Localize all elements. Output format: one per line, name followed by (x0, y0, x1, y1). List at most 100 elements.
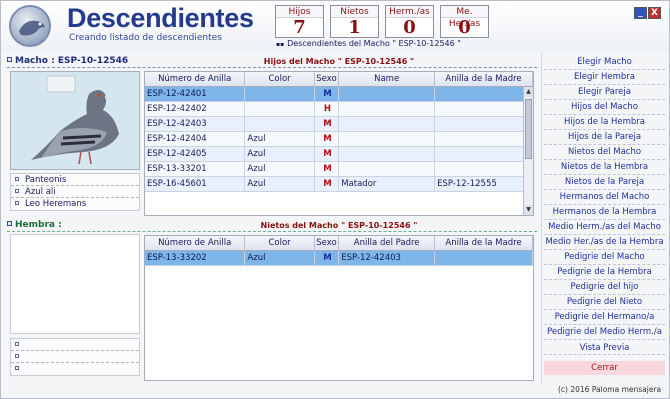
column-header[interactable]: Anilla de la Madre (434, 236, 533, 251)
cell-sexo[interactable]: M (314, 176, 340, 192)
column-header[interactable]: Color (244, 72, 315, 87)
hijos-scrollbar[interactable]: ▲ ▼ (523, 87, 533, 215)
hembra-photo-placeholder (10, 234, 140, 334)
counter-value: 0 (403, 17, 416, 38)
menu-pedigrie-medio-hermano[interactable]: Pedigrie del Medio Herm./a (544, 325, 665, 340)
menu-hijos-pareja[interactable]: Hijos de la Pareja (544, 130, 665, 145)
cell-color[interactable]: Azul (244, 176, 315, 192)
cell-anilla[interactable]: ESP-13-33202 (145, 250, 246, 266)
cell-color[interactable] (244, 101, 315, 117)
menu-hermanos-macho[interactable]: Hermanos del Macho (544, 190, 665, 205)
cell-sexo[interactable]: M (314, 161, 340, 177)
macho-title-text: Macho : ESP-10-12546 (15, 56, 129, 66)
menu-elegir-pareja[interactable]: Elegir Pareja (544, 85, 665, 100)
column-header[interactable]: Número de Anilla (145, 236, 246, 251)
menu-pedigrie-hermano[interactable]: Pedigrie del Hermano/a (544, 310, 665, 325)
pigeon-image-icon (11, 72, 139, 169)
menu-pedigrie-hijo[interactable]: Pedigrie del hijo (544, 280, 665, 295)
cell-anilla[interactable]: ESP-12-42403 (145, 116, 246, 132)
cell-sexo[interactable]: M (314, 146, 340, 162)
column-header[interactable]: Sexo (314, 72, 340, 87)
cell-madre[interactable] (434, 86, 533, 102)
cell-name[interactable] (338, 146, 436, 162)
cell-name[interactable] (338, 101, 436, 117)
cell-anilla[interactable]: ESP-12-42402 (145, 101, 246, 117)
menu-medio-hermanos-macho[interactable]: Medio Herm./as del Macho (544, 220, 665, 235)
menu-pedigrie-nieto[interactable]: Pedigrie del Nieto (544, 295, 665, 310)
cell-madre[interactable] (434, 116, 533, 132)
menu-hijos-macho[interactable]: Hijos del Macho (544, 100, 665, 115)
cell-anilla[interactable]: ESP-12-42404 (145, 131, 246, 147)
cell-anilla[interactable]: ESP-12-42401 (145, 86, 246, 102)
table-row[interactable]: ESP-13-33202 Azul M ESP-12-42403 (145, 250, 533, 266)
counter-nietos: Nietos 1 (330, 5, 379, 38)
cell-sexo[interactable]: H (314, 101, 340, 117)
cell-padre[interactable]: ESP-12-42403 (338, 250, 436, 266)
minimize-button[interactable]: _ (634, 7, 647, 19)
menu-nietos-hembra[interactable]: Nietos de la Hembra (544, 160, 665, 175)
nietos-grid: Número de Anilla Color Sexo Anilla del P… (144, 235, 534, 267)
cell-anilla[interactable]: ESP-12-42405 (145, 146, 246, 162)
cell-name[interactable] (338, 116, 436, 132)
preview-button[interactable]: Vista Previa (544, 341, 665, 355)
cell-color[interactable] (244, 116, 315, 132)
column-header[interactable]: Name (338, 72, 436, 87)
cell-name[interactable]: Matador (338, 176, 436, 192)
nietos-caption: Nietos del Macho " ESP-10-12546 " (260, 221, 418, 230)
table-row[interactable]: ESP-13-33201 Azul M (145, 161, 533, 177)
cell-name[interactable] (338, 161, 436, 177)
counter-value: 7 (293, 17, 306, 38)
table-row[interactable]: ESP-12-42401 M (145, 86, 533, 102)
column-header[interactable]: Anilla de la Madre (434, 72, 533, 87)
cell-anilla[interactable]: ESP-16-45601 (145, 176, 246, 192)
counter-hijos: Hijos 7 (275, 5, 324, 38)
scroll-down-icon[interactable]: ▼ (524, 205, 533, 215)
cell-madre[interactable]: ESP-12-12555 (434, 176, 533, 192)
menu-pedigrie-macho[interactable]: Pedigrie del Macho (544, 250, 665, 265)
close-button[interactable]: Cerrar (544, 361, 665, 375)
column-header[interactable]: Anilla del Padre (338, 236, 436, 251)
menu-elegir-hembra[interactable]: Elegir Hembra (544, 70, 665, 85)
table-row[interactable]: ESP-12-42403 M (145, 116, 533, 132)
list-item: Leo Heremans (11, 198, 139, 210)
bullet-icon (15, 189, 19, 193)
menu-elegir-macho[interactable]: Elegir Macho (544, 55, 665, 70)
column-header[interactable]: Sexo (314, 236, 340, 251)
bullet-icon (15, 366, 19, 370)
table-row[interactable]: ESP-12-42404 Azul M (145, 131, 533, 147)
menu-nietos-macho[interactable]: Nietos del Macho (544, 145, 665, 160)
cell-color[interactable]: Azul (244, 131, 315, 147)
menu-medio-hermanos-hembra[interactable]: Medio Her./as de la Hembra (544, 235, 665, 250)
cell-madre[interactable] (434, 146, 533, 162)
cell-madre[interactable] (434, 101, 533, 117)
bullet-icon (15, 354, 19, 358)
menu-nietos-pareja[interactable]: Nietos de la Pareja (544, 175, 665, 190)
cell-color[interactable]: Azul (244, 250, 315, 266)
column-header[interactable]: Número de Anilla (145, 72, 246, 87)
table-row[interactable]: ESP-16-45601 Azul M Matador ESP-12-12555 (145, 176, 533, 192)
cell-color[interactable]: Azul (244, 161, 315, 177)
cell-color[interactable]: Azul (244, 146, 315, 162)
table-row[interactable]: ESP-12-42402 H (145, 101, 533, 117)
cell-color[interactable] (244, 86, 315, 102)
bullet-icon (15, 177, 19, 181)
menu-hermanos-hembra[interactable]: Hermanos de la Hembra (544, 205, 665, 220)
cell-anilla[interactable]: ESP-13-33201 (145, 161, 246, 177)
hijos-table: Número de Anilla Color Sexo Name Anilla … (145, 72, 533, 192)
menu-pedigrie-hembra[interactable]: Pedigrie de la Hembra (544, 265, 665, 280)
cell-madre[interactable] (434, 161, 533, 177)
column-header[interactable]: Color (244, 236, 315, 251)
table-row[interactable]: ESP-12-42405 Azul M (145, 146, 533, 162)
menu-hijos-hembra[interactable]: Hijos de la Hembra (544, 115, 665, 130)
cell-madre[interactable] (434, 131, 533, 147)
scroll-up-icon[interactable]: ▲ (524, 87, 533, 97)
cell-sexo[interactable]: M (314, 250, 340, 266)
cell-sexo[interactable]: M (314, 131, 340, 147)
close-window-button[interactable]: X (648, 7, 661, 19)
cell-sexo[interactable]: M (314, 116, 340, 132)
cell-sexo[interactable]: M (314, 86, 340, 102)
cell-name[interactable] (338, 131, 436, 147)
cell-name[interactable] (338, 86, 436, 102)
scroll-thumb[interactable] (525, 99, 532, 159)
cell-madre[interactable] (434, 250, 533, 266)
